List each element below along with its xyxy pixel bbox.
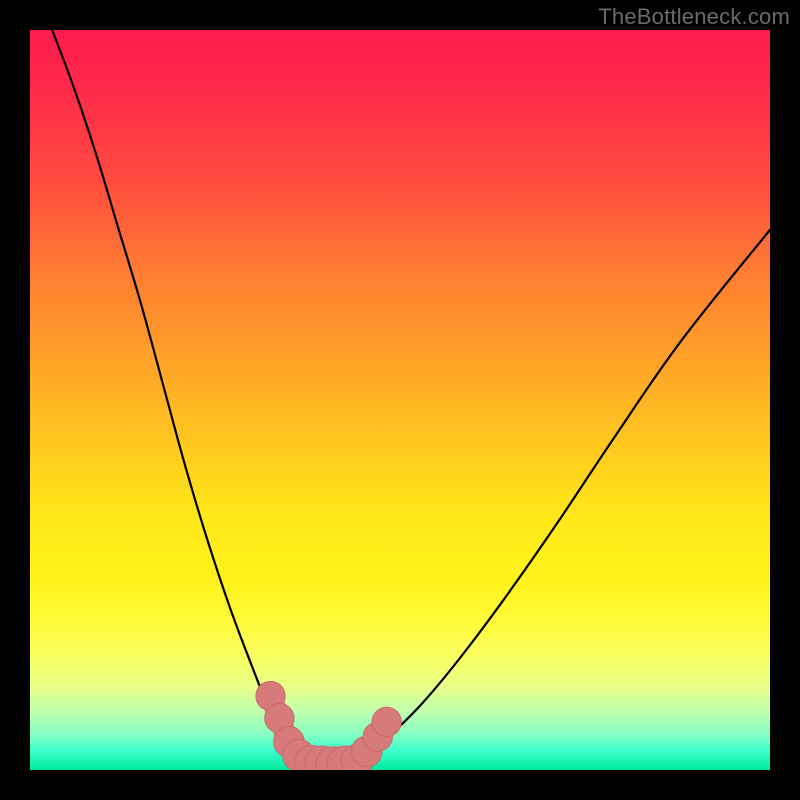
- curve-right_curve: [356, 230, 770, 763]
- chart-frame: TheBottleneck.com: [0, 0, 800, 800]
- bottleneck-curve-chart: [30, 30, 770, 770]
- data-marker: [372, 707, 401, 736]
- watermark-text: TheBottleneck.com: [598, 4, 790, 30]
- plot-area: [30, 30, 770, 770]
- curve-left_curve: [52, 30, 311, 763]
